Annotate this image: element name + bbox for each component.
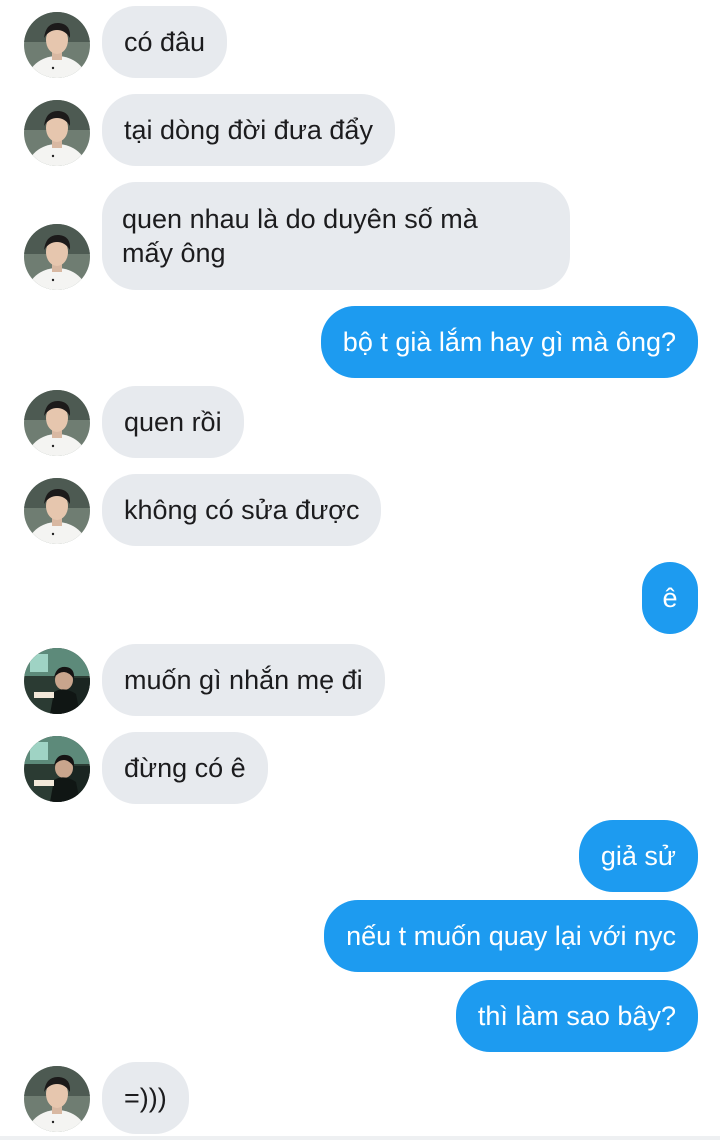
avatar[interactable] xyxy=(24,736,90,802)
incoming-message-bubble[interactable]: =))) xyxy=(102,1062,189,1134)
message-row: tại dòng đời đưa đẩy xyxy=(0,94,720,168)
message-row: quen nhau là do duyên số mà mấy ông xyxy=(0,182,720,290)
message-row: bộ t già lắm hay gì mà ông? xyxy=(0,306,720,378)
outgoing-message-bubble[interactable]: giả sử xyxy=(578,820,698,892)
message-row: nếu t muốn quay lại với nyc xyxy=(0,900,720,972)
profile-photo-icon xyxy=(24,12,90,78)
profile-photo-icon xyxy=(24,390,90,456)
chat-thread: có đâu tại dòng đời đưa đẩy quen nhau là… xyxy=(0,0,720,1140)
avatar[interactable] xyxy=(24,1066,90,1132)
message-row: quen rồi xyxy=(0,386,720,458)
avatar[interactable] xyxy=(24,12,90,78)
incoming-message-bubble[interactable]: quen nhau là do duyên số mà mấy ông xyxy=(102,182,570,290)
message-row: giả sử xyxy=(0,820,720,892)
message-row: =))) xyxy=(0,1062,720,1134)
avatar[interactable] xyxy=(24,100,90,166)
message-text-line: mấy ông xyxy=(122,238,226,268)
outgoing-message-bubble[interactable]: bộ t già lắm hay gì mà ông? xyxy=(320,306,698,378)
outgoing-message-bubble[interactable]: thì làm sao bây? xyxy=(455,980,698,1052)
message-row: đừng có ê xyxy=(0,732,720,804)
profile-photo-icon xyxy=(24,100,90,166)
incoming-message-bubble[interactable]: không có sửa được xyxy=(102,474,382,546)
message-row: muốn gì nhắn mẹ đi xyxy=(0,644,720,716)
profile-photo-icon xyxy=(24,736,90,802)
avatar[interactable] xyxy=(24,224,90,290)
avatar[interactable] xyxy=(24,478,90,544)
avatar[interactable] xyxy=(24,648,90,714)
profile-photo-icon xyxy=(24,1066,90,1132)
message-text-line: quen nhau là do duyên số mà xyxy=(122,204,478,234)
avatar[interactable] xyxy=(24,390,90,456)
profile-photo-icon xyxy=(24,478,90,544)
message-row: ê xyxy=(0,562,720,634)
incoming-message-bubble[interactable]: quen rồi xyxy=(102,386,244,458)
profile-photo-icon xyxy=(24,224,90,290)
bottom-divider xyxy=(0,1136,720,1140)
incoming-message-bubble[interactable]: có đâu xyxy=(102,6,228,78)
incoming-message-bubble[interactable]: tại dòng đời đưa đẩy xyxy=(102,94,395,166)
message-row: có đâu xyxy=(0,6,720,80)
message-row: không có sửa được xyxy=(0,474,720,546)
incoming-message-bubble[interactable]: đừng có ê xyxy=(102,732,268,804)
message-row: thì làm sao bây? xyxy=(0,980,720,1052)
outgoing-message-bubble[interactable]: ê xyxy=(642,562,698,634)
outgoing-message-bubble[interactable]: nếu t muốn quay lại với nyc xyxy=(324,900,698,972)
incoming-message-bubble[interactable]: muốn gì nhắn mẹ đi xyxy=(102,644,385,716)
profile-photo-icon xyxy=(24,648,90,714)
